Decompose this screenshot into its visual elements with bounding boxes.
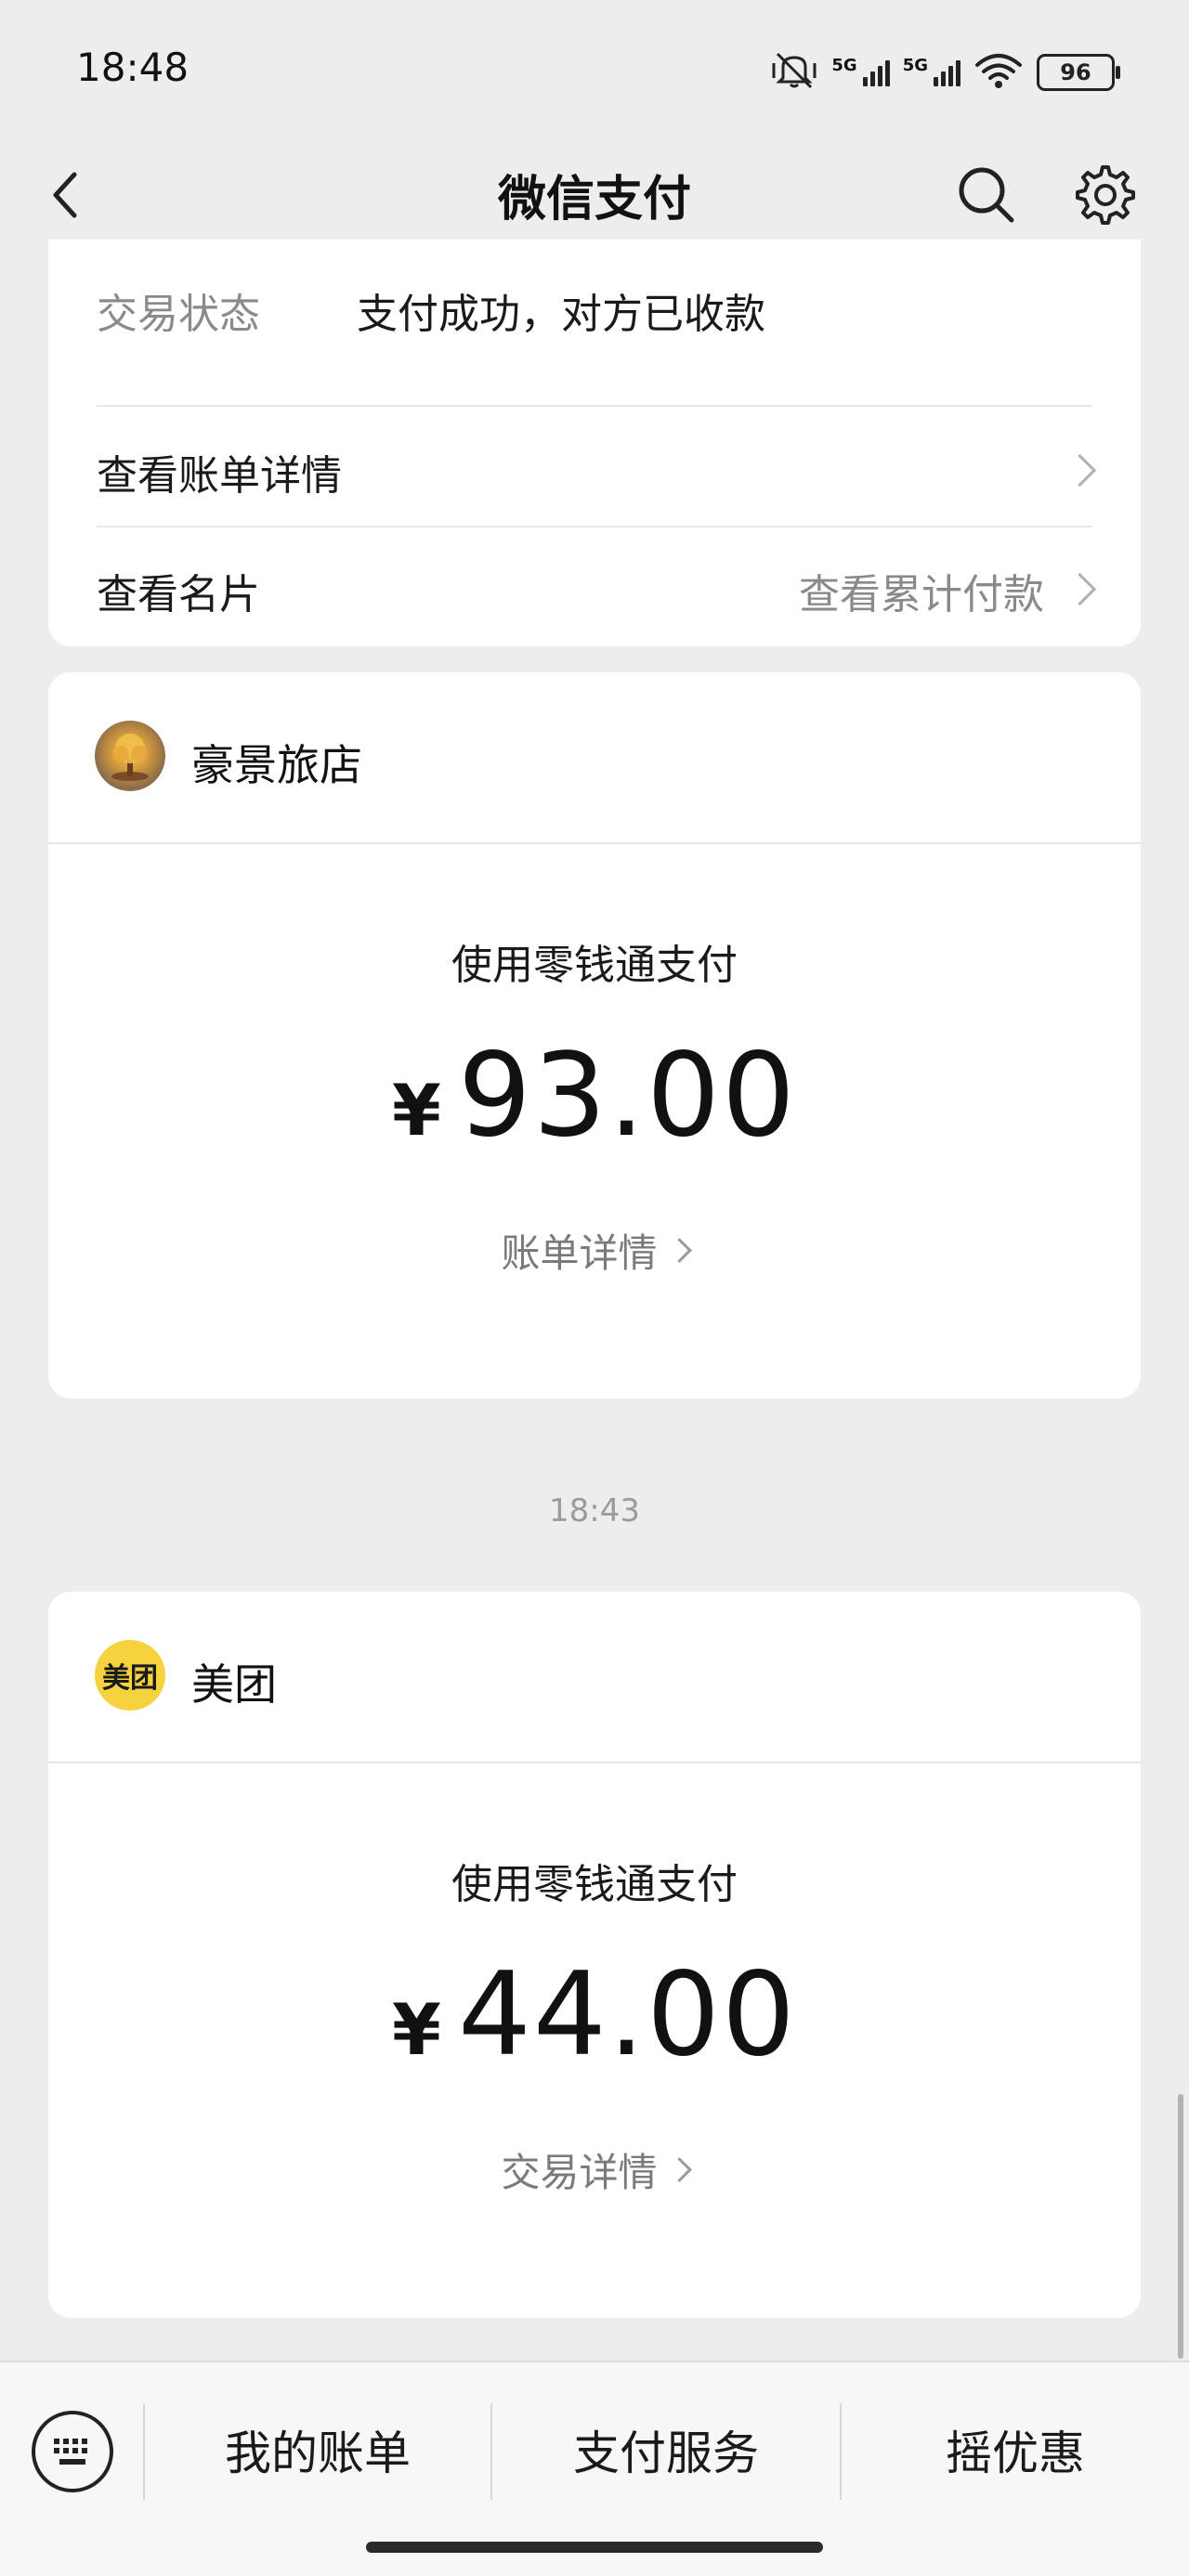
status-icons: 5G 5G 96 — [770, 50, 1120, 95]
payment-services-button[interactable]: 支付服务 — [492, 2416, 840, 2483]
keyboard-icon[interactable] — [28, 2407, 117, 2496]
divider — [48, 842, 1141, 844]
amount-value: 93.00 — [457, 1029, 797, 1163]
tree-icon — [111, 734, 149, 781]
view-card-row[interactable]: 查看名片 查看累计付款 — [97, 527, 1097, 644]
currency-symbol: ¥ — [392, 1069, 441, 1151]
merchant-avatar — [95, 721, 165, 791]
battery-level: 96 — [1060, 59, 1091, 85]
my-bills-button[interactable]: 我的账单 — [145, 2416, 490, 2483]
logo-text: 美团 — [102, 1662, 158, 1695]
transaction-detail-label: 交易详情 — [501, 2150, 658, 2195]
home-indicator[interactable] — [366, 2542, 823, 2553]
status-time: 18:48 — [76, 45, 189, 90]
meituan-logo: 美团 — [95, 1640, 165, 1711]
payment-method: 使用零钱通支付 — [451, 1861, 738, 1908]
timestamp: 18:43 — [549, 1492, 640, 1529]
payment-method: 使用零钱通支付 — [451, 942, 738, 989]
payment-amount: ¥ 93.00 — [48, 1029, 1141, 1163]
divider — [48, 1762, 1141, 1763]
view-bill-row[interactable]: 查看账单详情 — [97, 409, 1097, 526]
merchant-name: 美团 — [191, 1659, 277, 1710]
amount-value: 44.00 — [457, 1948, 797, 2082]
status-value: 支付成功，对方已收款 — [357, 291, 765, 338]
currency-symbol: ¥ — [392, 1988, 441, 2071]
payment-amount: ¥ 44.00 — [48, 1948, 1141, 2082]
bill-detail-link[interactable]: 账单详情 — [48, 1222, 1141, 1279]
bill-detail-label: 账单详情 — [501, 1230, 658, 1276]
scrollbar[interactable] — [1178, 2094, 1183, 2359]
shake-discount-button[interactable]: 摇优惠 — [842, 2416, 1189, 2483]
wifi-icon — [973, 52, 1024, 93]
battery-icon: 96 — [1037, 54, 1120, 91]
chevron-right-icon — [666, 1238, 692, 1263]
signal-icon — [934, 59, 960, 86]
search-icon[interactable] — [949, 158, 1024, 232]
status-label: 交易状态 — [97, 291, 260, 338]
settings-icon[interactable] — [1068, 158, 1143, 232]
view-card-label: 查看名片 — [97, 571, 260, 618]
chevron-right-icon — [666, 2157, 692, 2182]
chevron-right-icon — [1063, 453, 1097, 488]
transaction-detail-link[interactable]: 交易详情 — [48, 2141, 1141, 2198]
network-type-1: 5G — [831, 55, 857, 75]
view-bill-label: 查看账单详情 — [97, 452, 342, 500]
signal-icon — [862, 59, 890, 86]
merchant-name: 豪景旅店 — [191, 740, 362, 790]
chevron-right-icon — [1063, 572, 1097, 606]
mute-icon — [770, 50, 818, 95]
divider — [97, 405, 1092, 407]
network-type-2: 5G — [902, 55, 928, 75]
view-cumulative-label: 查看累计付款 — [799, 571, 1044, 618]
